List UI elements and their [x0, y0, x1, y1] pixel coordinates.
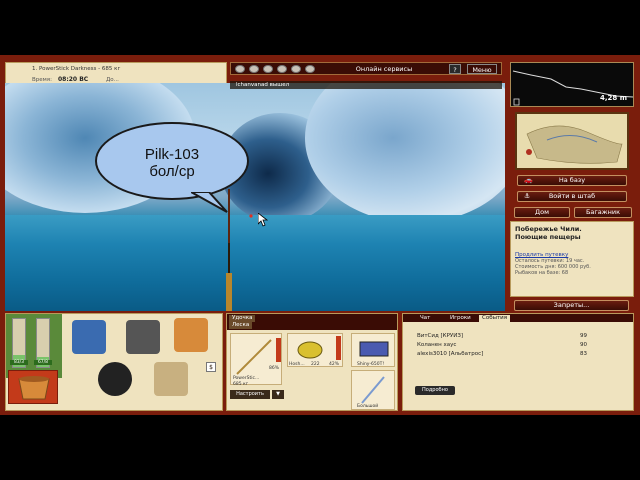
backpack-icon[interactable] — [126, 320, 160, 354]
fishing-scene[interactable] — [5, 83, 505, 311]
luggage-label: Багажник — [585, 208, 621, 216]
details-button[interactable]: Подробно — [415, 386, 455, 395]
rod-weight: 685 кг — [233, 382, 249, 387]
reel-name: Hosh... — [289, 362, 305, 367]
top-bar: Онлайн сервисы ? Меню — [230, 62, 502, 75]
inventory-panel: 83/3 67/8 $ — [5, 313, 223, 411]
player-row[interactable]: alexis3010 [Альбатрос] 83 — [417, 351, 587, 357]
player-score: 83 — [580, 351, 587, 357]
bait-slot-2[interactable] — [249, 65, 259, 73]
enter-hq-button[interactable]: ⚓ Войти в штаб — [517, 191, 627, 202]
depth-panel: 4,28 m — [510, 62, 634, 107]
energy-label: 83/3 — [10, 360, 28, 365]
help-button[interactable]: ? — [449, 64, 461, 74]
line-tab[interactable]: Леска — [229, 322, 253, 329]
map-image — [517, 114, 627, 168]
bait-slot-5[interactable] — [291, 65, 301, 73]
reel-pct: 42% — [329, 362, 340, 367]
bans-button[interactable]: Запреты... — [514, 300, 629, 311]
player-row[interactable]: ВитСид [КРУИЗ] 99 — [417, 333, 587, 339]
bait-slot-6[interactable] — [305, 65, 315, 73]
tab-players[interactable]: Игроки — [447, 315, 474, 322]
tab-chat[interactable]: Чат — [417, 315, 433, 322]
player-name: ВитСид [КРУИЗ] — [417, 333, 464, 339]
location-info-panel: Побережье Чили. Поющие пещеры Продлить п… — [510, 221, 634, 297]
rod-pct: 86% — [269, 366, 280, 371]
notebook-icon[interactable] — [174, 318, 208, 352]
location-title-1: Побережье Чили. — [515, 225, 582, 233]
bait-slot-4[interactable] — [277, 65, 287, 73]
tackle-panel: Удочка Леска PowerStic... 685 кг 86% Hos… — [226, 313, 398, 411]
reel-number: 222 — [311, 362, 320, 367]
car-icon: 🚗 — [524, 176, 533, 184]
online-services-button[interactable]: Онлайн сервисы — [349, 64, 419, 74]
depth-value: 4,28 m — [599, 94, 627, 102]
fishing-rod — [226, 189, 253, 311]
home-label: Дом — [535, 208, 549, 216]
player-score: 90 — [580, 342, 587, 348]
hq-icon: ⚓ — [524, 192, 531, 200]
event-log-line: lchanvanad вышел — [230, 81, 502, 89]
player-score: 99 — [580, 333, 587, 339]
menu-button[interactable]: Меню — [467, 64, 497, 74]
bait-slot-3[interactable] — [263, 65, 273, 73]
rod-name: PowerStic... — [233, 376, 260, 381]
bubble-line-2: бол/ср — [149, 163, 195, 180]
game-time: 08:20 ВС — [58, 76, 89, 83]
bubble-text: Pilk-103 бол/ср — [95, 146, 249, 180]
bubble-line-1: Pilk-103 — [144, 146, 200, 163]
chat-tabs: Чат Игроки События — [403, 314, 633, 322]
mouse-cursor — [258, 213, 268, 227]
inventory-extra-icon[interactable]: $ — [206, 362, 216, 372]
location-map[interactable] — [515, 112, 629, 170]
bubble-tail — [191, 192, 228, 213]
rod-tab[interactable]: Удочка — [229, 315, 256, 322]
tackle-tabs: Удочка Леска — [227, 314, 397, 330]
home-button[interactable]: Дом — [514, 207, 570, 218]
location-title-2: Поющие пещеры — [515, 233, 581, 241]
player-name: alexis3010 [Альбатрос] — [417, 351, 484, 357]
bucket-icon — [18, 376, 50, 400]
to-base-button[interactable]: 🚗 На базу — [517, 175, 627, 186]
bucket-slot[interactable] — [8, 370, 58, 404]
keepnet-icon[interactable] — [154, 362, 188, 396]
player-row[interactable]: Коланен хаус 90 — [417, 342, 587, 348]
tackle-box-icon[interactable] — [72, 320, 106, 354]
bans-label: Запреты... — [553, 301, 590, 309]
bait-slot-1[interactable] — [235, 65, 245, 73]
to-base-label: На базу — [558, 176, 586, 184]
lure-name: Shiny-650T! — [357, 362, 385, 367]
luggage-button[interactable]: Багажник — [574, 207, 632, 218]
configure-dropdown-icon[interactable]: ▼ — [272, 390, 284, 399]
tab-events[interactable]: События — [479, 315, 511, 322]
configure-button[interactable]: Настроить — [230, 390, 270, 399]
tackle-info-line: 1. PowerStick Darkness - 685 кг — [32, 66, 121, 72]
cauldron-icon[interactable] — [98, 362, 132, 396]
fishers-count: Рыбаков на базе: 68 — [515, 270, 569, 276]
chat-panel: Чат Игроки События ВитСид [КРУИЗ] 99 Кол… — [402, 313, 634, 411]
speech-bubble: Pilk-103 бол/ср — [95, 122, 249, 213]
hook-name: Большой — [357, 404, 379, 409]
game-window: 1. PowerStick Darkness - 685 кг Время: 0… — [0, 55, 640, 415]
hunger-label: 67/8 — [34, 360, 52, 365]
player-name: Коланен хаус — [417, 342, 457, 348]
enter-hq-label: Войти в штаб — [548, 192, 596, 200]
